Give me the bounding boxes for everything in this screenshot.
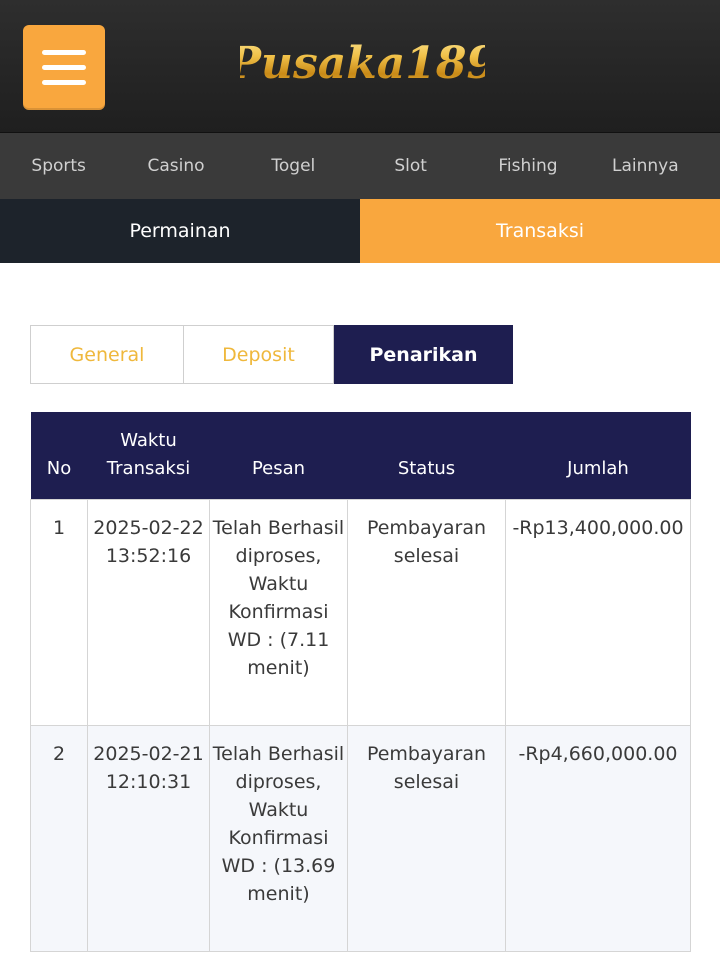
cell-time: 2025-02-22 13:52:16 [87, 498, 210, 726]
subtab-general[interactable]: General [30, 325, 184, 384]
table-row: 2 2025-02-21 12:10:31 Telah Berhasil dip… [30, 724, 691, 952]
header-time: Waktu Transaksi [87, 412, 210, 499]
cell-status: Pembayaran selesai [347, 498, 506, 726]
nav-item-sports[interactable]: Sports [0, 133, 117, 199]
category-nav: Sports Casino Togel Slot Fishing Lainnya [0, 133, 720, 199]
hamburger-icon [42, 50, 86, 55]
header-message: Pesan [209, 412, 348, 499]
main-tabs: Permainan Transaksi [0, 199, 720, 263]
nav-item-lainnya[interactable]: Lainnya [587, 133, 704, 199]
cell-message: Telah Berhasil diproses, Waktu Konfirmas… [209, 724, 348, 952]
subtab-deposit[interactable]: Deposit [184, 325, 334, 384]
cell-amount: -Rp4,660,000.00 [505, 724, 691, 952]
cell-no: 1 [30, 498, 88, 726]
nav-item-casino[interactable]: Casino [117, 133, 234, 199]
tab-transaksi[interactable]: Transaksi [360, 199, 720, 263]
hamburger-icon-line [42, 80, 86, 85]
nav-item-fishing[interactable]: Fishing [469, 133, 586, 199]
top-header: Pusaka189 [0, 0, 720, 133]
tab-permainan[interactable]: Permainan [0, 199, 360, 263]
site-logo[interactable]: Pusaka189 [228, 27, 497, 99]
table-row: 1 2025-02-22 13:52:16 Telah Berhasil dip… [30, 498, 691, 726]
cell-status: Pembayaran selesai [347, 724, 506, 952]
subtab-penarikan[interactable]: Penarikan [334, 325, 513, 384]
cell-message: Telah Berhasil diproses, Waktu Konfirmas… [209, 498, 348, 726]
cell-time: 2025-02-21 12:10:31 [87, 724, 210, 952]
table-header-row: No Waktu Transaksi Pesan Status Jumlah [30, 412, 691, 499]
nav-item-togel[interactable]: Togel [235, 133, 352, 199]
header-amount: Jumlah [505, 412, 691, 499]
withdrawal-table: No Waktu Transaksi Pesan Status Jumlah 1… [30, 412, 691, 952]
header-status: Status [347, 412, 506, 499]
nav-item-slot[interactable]: Slot [352, 133, 469, 199]
cell-amount: -Rp13,400,000.00 [505, 498, 691, 726]
hamburger-icon-line [42, 65, 86, 70]
menu-button[interactable] [23, 25, 105, 110]
header-no: No [30, 412, 88, 499]
cell-no: 2 [30, 724, 88, 952]
transaction-subtabs: General Deposit Penarikan [30, 325, 513, 384]
